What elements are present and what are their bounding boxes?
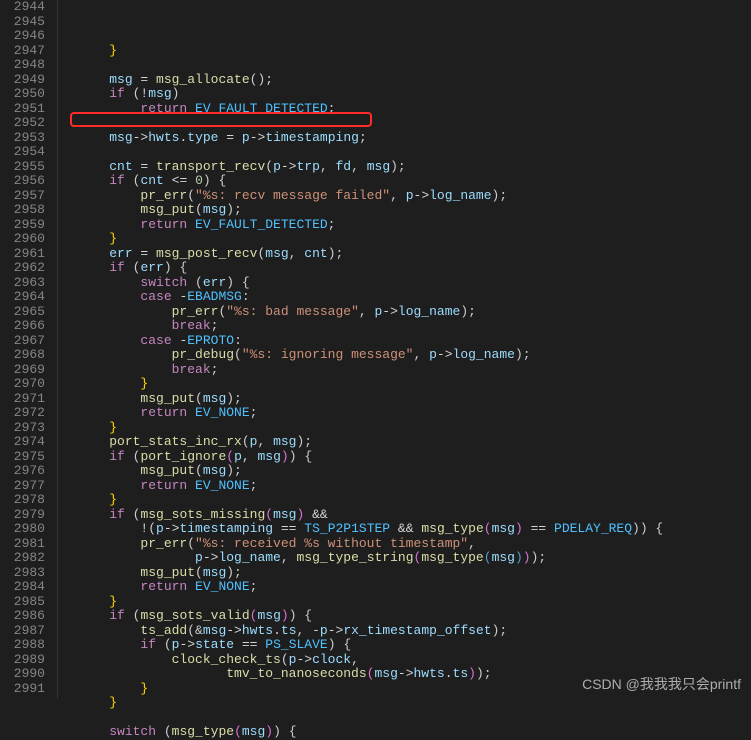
- code-line[interactable]: if (port_ignore(p, msg)) {: [78, 450, 751, 465]
- code-line[interactable]: switch (msg_type(msg)) {: [78, 725, 751, 740]
- code-line[interactable]: clock_check_ts(p->clock,: [78, 653, 751, 668]
- line-number: 2952: [6, 116, 45, 131]
- line-number: 2978: [6, 493, 45, 508]
- line-number: 2964: [6, 290, 45, 305]
- line-number: 2972: [6, 406, 45, 421]
- line-number: 2963: [6, 276, 45, 291]
- line-number: 2970: [6, 377, 45, 392]
- code-line[interactable]: msg_put(msg);: [78, 392, 751, 407]
- line-number: 2959: [6, 218, 45, 233]
- line-number: 2981: [6, 537, 45, 552]
- code-line[interactable]: if (msg_sots_missing(msg) &&: [78, 508, 751, 523]
- code-line[interactable]: [78, 145, 751, 160]
- code-line[interactable]: }: [78, 595, 751, 610]
- line-number: 2990: [6, 667, 45, 682]
- code-line[interactable]: [78, 116, 751, 131]
- code-line[interactable]: pr_debug("%s: ignoring message", p->log_…: [78, 348, 751, 363]
- line-number-gutter: 2944294529462947294829492950295129522953…: [0, 0, 58, 699]
- code-line[interactable]: return EV_FAULT_DETECTED;: [78, 218, 751, 233]
- line-number: 2975: [6, 450, 45, 465]
- code-line[interactable]: }: [78, 493, 751, 508]
- code-line[interactable]: pr_err("%s: bad message", p->log_name);: [78, 305, 751, 320]
- line-number: 2946: [6, 29, 45, 44]
- code-line[interactable]: msg_put(msg);: [78, 464, 751, 479]
- code-line[interactable]: return EV_NONE;: [78, 479, 751, 494]
- code-line[interactable]: msg = msg_allocate();: [78, 73, 751, 88]
- line-number: 2989: [6, 653, 45, 668]
- line-number: 2973: [6, 421, 45, 436]
- code-line[interactable]: }: [78, 232, 751, 247]
- code-line[interactable]: if (cnt <= 0) {: [78, 174, 751, 189]
- line-number: 2976: [6, 464, 45, 479]
- line-number: 2960: [6, 232, 45, 247]
- line-number: 2980: [6, 522, 45, 537]
- line-number: 2944: [6, 0, 45, 15]
- line-number: 2987: [6, 624, 45, 639]
- code-editor[interactable]: 2944294529462947294829492950295129522953…: [0, 0, 751, 699]
- code-line[interactable]: pr_err("%s: recv message failed", p->log…: [78, 189, 751, 204]
- line-number: 2968: [6, 348, 45, 363]
- line-number: 2947: [6, 44, 45, 59]
- code-line[interactable]: if (msg_sots_valid(msg)) {: [78, 609, 751, 624]
- line-number: 2945: [6, 15, 45, 30]
- line-number: 2984: [6, 580, 45, 595]
- code-line[interactable]: }: [78, 696, 751, 711]
- code-line[interactable]: msg_put(msg);: [78, 566, 751, 581]
- code-line[interactable]: p->log_name, msg_type_string(msg_type(ms…: [78, 551, 751, 566]
- code-line[interactable]: msg->hwts.type = p->timestamping;: [78, 131, 751, 146]
- code-line[interactable]: err = msg_post_recv(msg, cnt);: [78, 247, 751, 262]
- code-line[interactable]: cnt = transport_recv(p->trp, fd, msg);: [78, 160, 751, 175]
- line-number: 2950: [6, 87, 45, 102]
- line-number: 2979: [6, 508, 45, 523]
- code-line[interactable]: }: [78, 421, 751, 436]
- code-line[interactable]: }: [78, 377, 751, 392]
- line-number: 2962: [6, 261, 45, 276]
- code-line[interactable]: [78, 711, 751, 726]
- line-number: 2956: [6, 174, 45, 189]
- code-area[interactable]: } msg = msg_allocate(); if (!msg) return…: [58, 0, 751, 699]
- code-line[interactable]: break;: [78, 363, 751, 378]
- line-number: 2982: [6, 551, 45, 566]
- line-number: 2949: [6, 73, 45, 88]
- line-number: 2966: [6, 319, 45, 334]
- code-line[interactable]: if (p->state == PS_SLAVE) {: [78, 638, 751, 653]
- line-number: 2948: [6, 58, 45, 73]
- line-number: 2958: [6, 203, 45, 218]
- line-number: 2974: [6, 435, 45, 450]
- line-number: 2953: [6, 131, 45, 146]
- code-line[interactable]: [78, 58, 751, 73]
- line-number: 2986: [6, 609, 45, 624]
- line-number: 2957: [6, 189, 45, 204]
- code-line[interactable]: ts_add(&msg->hwts.ts, -p->rx_timestamp_o…: [78, 624, 751, 639]
- code-line[interactable]: switch (err) {: [78, 276, 751, 291]
- line-number: 2977: [6, 479, 45, 494]
- line-number: 2985: [6, 595, 45, 610]
- code-line[interactable]: case -EPROTO:: [78, 334, 751, 349]
- code-line[interactable]: pr_err("%s: received %s without timestam…: [78, 537, 751, 552]
- line-number: 2983: [6, 566, 45, 581]
- line-number: 2951: [6, 102, 45, 117]
- line-number: 2955: [6, 160, 45, 175]
- code-line[interactable]: port_stats_inc_rx(p, msg);: [78, 435, 751, 450]
- code-line[interactable]: msg_put(msg);: [78, 203, 751, 218]
- code-line[interactable]: if (err) {: [78, 261, 751, 276]
- watermark: CSDN @我我我只会printf: [582, 677, 741, 692]
- line-number: 2988: [6, 638, 45, 653]
- line-number: 2991: [6, 682, 45, 697]
- code-line[interactable]: }: [78, 44, 751, 59]
- line-number: 2971: [6, 392, 45, 407]
- code-line[interactable]: case -EBADMSG:: [78, 290, 751, 305]
- code-line[interactable]: !(p->timestamping == TS_P2P1STEP && msg_…: [78, 522, 751, 537]
- code-line[interactable]: return EV_NONE;: [78, 406, 751, 421]
- code-line[interactable]: if (!msg): [78, 87, 751, 102]
- line-number: 2954: [6, 145, 45, 160]
- line-number: 2965: [6, 305, 45, 320]
- line-number: 2961: [6, 247, 45, 262]
- line-number: 2969: [6, 363, 45, 378]
- code-line[interactable]: return EV_FAULT_DETECTED;: [78, 102, 751, 117]
- line-number: 2967: [6, 334, 45, 349]
- code-line[interactable]: break;: [78, 319, 751, 334]
- code-line[interactable]: return EV_NONE;: [78, 580, 751, 595]
